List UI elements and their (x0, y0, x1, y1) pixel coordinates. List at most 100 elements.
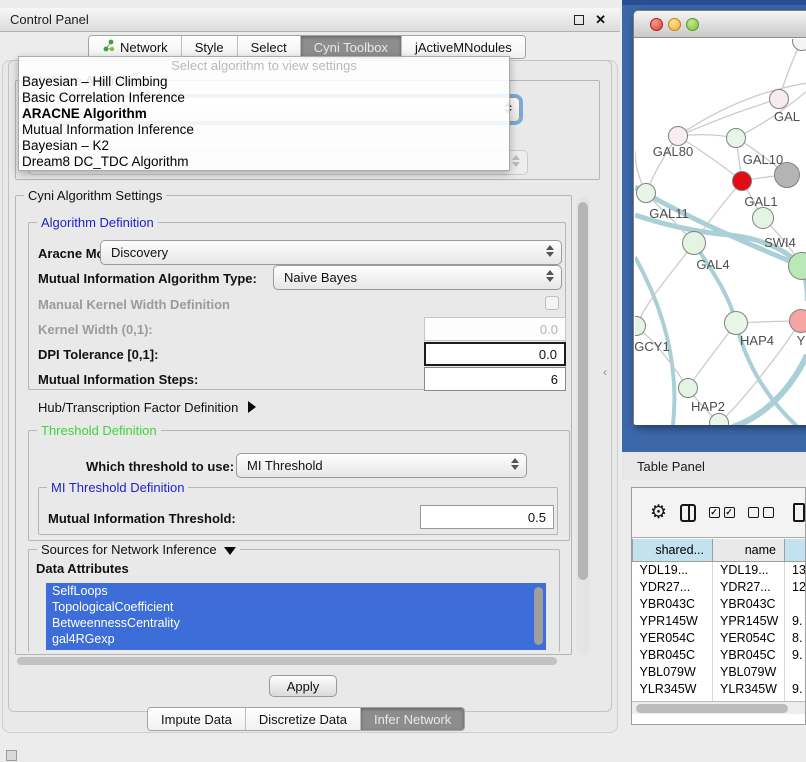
algorithm-option[interactable]: ARACNE Algorithm (19, 106, 509, 122)
table-horizontal-scrollbar-thumb[interactable] (636, 704, 788, 713)
aracne-mode-combobox[interactable]: Discovery (100, 240, 562, 265)
column-header[interactable]: shared... (633, 539, 713, 561)
algorithm-option[interactable]: Bayesian – Hill Climbing (19, 74, 509, 90)
mi-steps-field[interactable]: 6 (424, 367, 566, 391)
table-cell (785, 595, 806, 612)
network-node-label: HAP2 (691, 399, 725, 414)
tab-jactivemnodules[interactable]: jActiveMNodules (401, 36, 525, 58)
tab-label: Style (195, 40, 224, 55)
bottom-tab-impute-data[interactable]: Impute Data (148, 708, 245, 730)
manual-kernel-checkbox[interactable] (545, 296, 559, 310)
deselect-all-columns-icon[interactable] (748, 507, 774, 518)
attributes-list-scrollbar[interactable] (534, 587, 543, 645)
table-row[interactable]: YBL079WYBL079W (633, 663, 806, 680)
data-attribute-item[interactable]: BetweennessCentrality (46, 615, 546, 631)
network-node[interactable] (682, 231, 706, 255)
tab-label: Cyni Toolbox (314, 40, 388, 55)
hub-section-label: Hub/Transcription Factor Definition (38, 400, 238, 415)
network-node[interactable] (774, 162, 800, 188)
column-header[interactable] (785, 539, 806, 561)
algorithm-option[interactable]: Dream8 DC_TDC Algorithm (19, 154, 509, 170)
algorithm-option[interactable]: Basic Correlation Inference (19, 90, 509, 106)
table-row[interactable]: YBR045CYBR045C9. (633, 646, 806, 663)
data-attribute-item[interactable]: gal4RGexp (46, 631, 546, 647)
select-all-columns-icon[interactable]: ✓✓ (709, 507, 735, 518)
table-cell: YDL19... (713, 561, 785, 578)
which-threshold-combobox[interactable]: MI Threshold (236, 453, 527, 478)
data-attributes-list[interactable]: SelfLoopsTopologicalCoefficientBetweenne… (46, 583, 546, 650)
panel-corner-icon[interactable] (6, 750, 17, 761)
table-row[interactable]: YDR27...YDR27...12 (633, 578, 806, 595)
settings-vertical-scrollbar[interactable] (576, 197, 590, 655)
aracne-mode-value: Discovery (111, 245, 168, 260)
network-node[interactable] (724, 311, 748, 335)
network-node[interactable] (726, 128, 746, 148)
table-row[interactable]: YER054CYER054C8. (633, 629, 806, 646)
gear-icon[interactable]: ⚙ (650, 503, 667, 522)
network-node[interactable] (769, 89, 789, 109)
minimize-traffic-light-icon[interactable] (668, 18, 681, 31)
document-icon[interactable] (793, 503, 805, 522)
data-attribute-item[interactable]: TopologicalCoefficient (46, 599, 546, 615)
algorithm-option[interactable]: Bayesian – K2 (19, 138, 509, 154)
tab-cyni-toolbox[interactable]: Cyni Toolbox (300, 36, 401, 58)
network-node[interactable] (668, 126, 688, 146)
table-row[interactable]: YLR345WYLR345W9. (633, 680, 806, 697)
table-cell: YLR345W (713, 680, 785, 697)
panel-divider-handle[interactable]: ‹ (603, 365, 607, 379)
dpi-tolerance-value: 0.0 (539, 347, 557, 362)
table-horizontal-scrollbar[interactable] (632, 701, 805, 714)
combo-arrows-icon (512, 155, 520, 167)
network-node[interactable] (732, 171, 752, 191)
tab-select[interactable]: Select (237, 36, 300, 58)
settings-vertical-scrollbar-thumb[interactable] (578, 202, 588, 580)
network-window-titlebar[interactable] (634, 11, 806, 38)
table-toolbar: ⚙ ✓✓ (632, 488, 805, 538)
apply-button[interactable]: Apply (269, 675, 337, 697)
network-canvas[interactable]: GALGAL80GAL10GAL1GAL11SWI4GAL4GCY1HAP4YH… (635, 39, 806, 425)
network-node-label: HAP4 (740, 333, 774, 348)
close-traffic-light-icon[interactable] (650, 18, 663, 31)
tab-label: Infer Network (374, 712, 451, 727)
table-row[interactable]: YPR145WYPR145W9. (633, 612, 806, 629)
sources-title-text: Sources for Network Inference (41, 542, 217, 557)
network-node[interactable] (678, 378, 698, 398)
split-columns-icon[interactable] (680, 504, 696, 522)
network-node-label: GAL11 (649, 206, 689, 221)
table-row[interactable]: YBR043CYBR043C (633, 595, 806, 612)
column-header[interactable]: name (713, 539, 785, 561)
tab-style[interactable]: Style (181, 36, 237, 58)
close-icon[interactable]: ✕ (595, 12, 606, 28)
algorithm-option[interactable]: Mutual Information Inference (19, 122, 509, 138)
settings-horizontal-scrollbar-thumb[interactable] (17, 657, 557, 665)
control-panel-titlebar[interactable]: Control Panel ✕ (0, 8, 620, 32)
table-header-row[interactable]: shared...name (633, 539, 806, 561)
table-row[interactable]: YDL19...YDL19...13 (633, 561, 806, 578)
apply-button-label: Apply (287, 679, 320, 694)
zoom-traffic-light-icon[interactable] (686, 18, 699, 31)
combo-arrows-icon (511, 458, 519, 470)
mi-threshold-field[interactable]: 0.5 (420, 505, 554, 529)
tab-network[interactable]: Network (89, 36, 181, 58)
network-node-label: SWI4 (764, 235, 796, 250)
mi-type-label: Mutual Information Algorithm Type: (38, 271, 257, 286)
table-cell: YBR045C (713, 646, 785, 663)
data-attributes-label: Data Attributes (36, 561, 129, 576)
mi-steps-label: Mutual Information Steps: (38, 372, 198, 387)
float-window-icon[interactable] (574, 15, 584, 25)
network-node[interactable] (789, 309, 806, 333)
dpi-tolerance-field[interactable]: 0.0 (424, 342, 566, 366)
network-node[interactable] (752, 207, 774, 229)
manual-kernel-label: Manual Kernel Width Definition (38, 297, 230, 312)
network-node[interactable] (636, 183, 656, 203)
mi-type-combobox[interactable]: Naive Bayes (273, 265, 562, 290)
kernel-width-field[interactable]: 0.0 (424, 317, 566, 341)
settings-horizontal-scrollbar[interactable] (15, 655, 590, 667)
checked-box-icon: ✓ (709, 507, 720, 518)
data-attribute-item[interactable]: SelfLoops (46, 583, 546, 599)
combo-arrows-icon (546, 270, 554, 282)
algorithm-popup-list: Select algorithm to view settings Bayesi… (18, 56, 510, 171)
hub-section-toggle[interactable]: Hub/Transcription Factor Definition (38, 400, 256, 415)
bottom-tab-infer-network[interactable]: Infer Network (360, 708, 464, 730)
bottom-tab-discretize-data[interactable]: Discretize Data (245, 708, 360, 730)
